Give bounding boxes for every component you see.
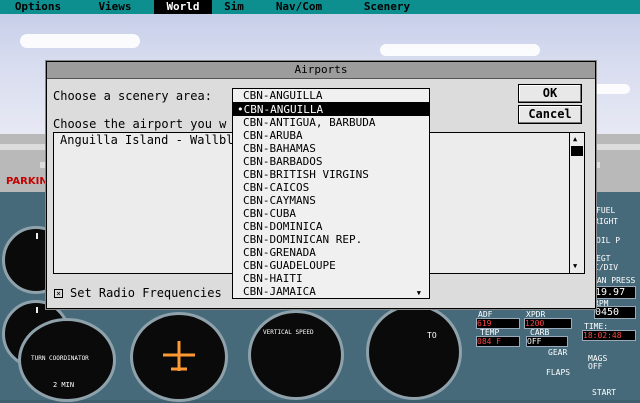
start-label: START bbox=[592, 388, 617, 397]
to-flag: TO bbox=[427, 331, 437, 340]
menu-navcom[interactable]: Nav/Com bbox=[256, 0, 342, 14]
scroll-down-icon[interactable]: ▼ bbox=[573, 262, 577, 270]
menu-views[interactable]: Views bbox=[76, 0, 154, 14]
oil-pressure-label: OIL P bbox=[596, 236, 621, 245]
turn-coordinator-label: TURN COORDINATOR bbox=[31, 355, 89, 362]
scenery-option[interactable]: CBN-ARUBA bbox=[233, 129, 429, 142]
man-press-readout: 19.97 bbox=[594, 286, 636, 299]
scenery-option[interactable]: CBN-DOMINICAN REP. bbox=[233, 233, 429, 246]
mags-switch[interactable]: OFF bbox=[588, 362, 602, 371]
two-min-label: 2 MIN bbox=[53, 381, 75, 389]
scroll-thumb[interactable] bbox=[571, 146, 583, 156]
heading-indicator bbox=[130, 312, 228, 402]
right-tank-label: RIGHT bbox=[594, 217, 619, 226]
scenery-option[interactable]: •CBN-ANGUILLA bbox=[233, 103, 429, 116]
vertical-speed-label: VERTICAL SPEED bbox=[263, 329, 314, 336]
scenery-option[interactable]: CBN-GUADELOUPE bbox=[233, 259, 429, 272]
cloud bbox=[20, 34, 140, 48]
menu-sim[interactable]: Sim bbox=[212, 0, 256, 14]
dialog-title: Airports bbox=[47, 62, 595, 79]
menu-world[interactable]: World bbox=[154, 0, 212, 14]
scenery-option[interactable]: CBN-BRITISH VIRGINS bbox=[233, 168, 429, 181]
scenery-option[interactable]: CBN-ANTIGUA, BARBUDA bbox=[233, 116, 429, 129]
menu-scenery[interactable]: Scenery bbox=[342, 0, 432, 14]
temp-readout: 084 F bbox=[476, 336, 520, 347]
scenery-option[interactable]: CBN-BARBADOS bbox=[233, 155, 429, 168]
vor-gauge: TO bbox=[366, 304, 462, 400]
gear-label: GEAR bbox=[548, 348, 568, 357]
scenery-option[interactable]: CBN-BAHAMAS bbox=[233, 142, 429, 155]
carb-heat-switch[interactable]: OFF bbox=[526, 336, 568, 347]
scenery-area-label: Choose a scenery area: bbox=[53, 89, 212, 103]
scenery-option[interactable]: CBN-JAMAICA bbox=[233, 285, 429, 298]
scroll-up-icon[interactable]: ▲ bbox=[573, 135, 577, 143]
airplane-icon bbox=[163, 341, 195, 371]
dropdown-more-icon[interactable]: ▼ bbox=[417, 289, 421, 297]
scenery-option[interactable]: CBN-CUBA bbox=[233, 207, 429, 220]
cdiv-label: C/DIV bbox=[594, 263, 619, 272]
scenery-option[interactable]: CBN-DOMINICA bbox=[233, 220, 429, 233]
scenery-option[interactable]: CBN-GRENADA bbox=[233, 246, 429, 259]
airport-choose-label: Choose the airport you w bbox=[53, 117, 227, 131]
flaps-label: FLAPS bbox=[546, 368, 571, 377]
turn-coordinator-gauge: TURN COORDINATOR 2 MIN bbox=[18, 318, 116, 402]
man-press-label: MAN PRESS bbox=[592, 276, 636, 285]
egt-label: EGT bbox=[596, 254, 611, 263]
menu-bar: Options Views World Sim Nav/Com Scenery bbox=[0, 0, 640, 14]
menu-options[interactable]: Options bbox=[0, 0, 76, 14]
radio-freq-label: Set Radio Frequencies bbox=[70, 286, 222, 300]
rpm-readout: 0450 bbox=[594, 306, 636, 319]
ok-button[interactable]: OK bbox=[518, 84, 582, 103]
vertical-speed-gauge: VERTICAL SPEED bbox=[248, 310, 344, 400]
fuel-label: FUEL bbox=[596, 206, 616, 215]
radio-freq-checkbox[interactable]: × bbox=[54, 289, 63, 298]
parking-sign: PARKIN bbox=[6, 176, 48, 187]
scenery-selected-value[interactable]: CBN-ANGUILLA bbox=[233, 89, 429, 103]
airport-list-item[interactable]: Anguilla Island - Wallblak bbox=[60, 133, 248, 147]
scenery-option[interactable]: CBN-HAITI bbox=[233, 272, 429, 285]
time-readout: 18:02:48 bbox=[582, 330, 636, 341]
cloud bbox=[380, 44, 540, 56]
airport-list-scrollbar[interactable]: ▲ ▼ bbox=[569, 133, 584, 273]
scenery-option[interactable]: CBN-CAYMANS bbox=[233, 194, 429, 207]
cancel-button[interactable]: Cancel bbox=[518, 105, 582, 124]
scenery-option[interactable]: CBN-CAICOS bbox=[233, 181, 429, 194]
scenery-area-dropdown[interactable]: CBN-ANGUILLA •CBN-ANGUILLA CBN-ANTIGUA, … bbox=[232, 88, 430, 299]
